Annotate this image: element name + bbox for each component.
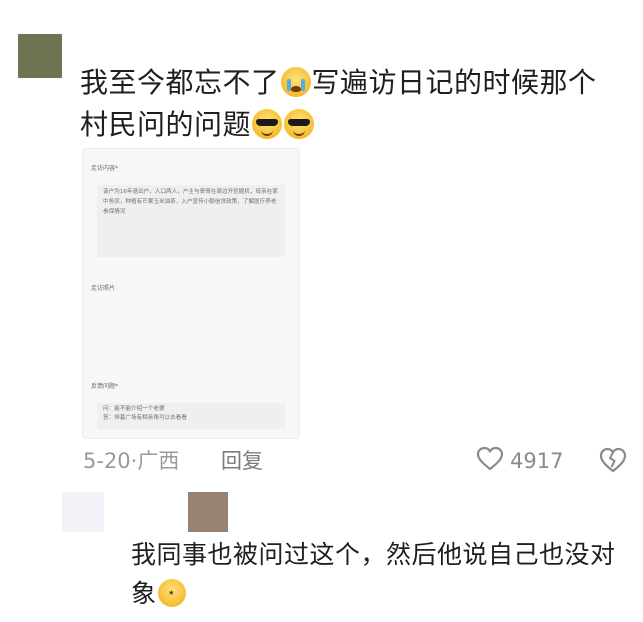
feedback-label: 反馈问题*	[91, 383, 119, 390]
visit-photo-label: 走访照片	[91, 285, 116, 292]
feedback-answer: 答：恒基广场有相亲角可以去看看	[103, 415, 187, 421]
broken-heart-outline-icon[interactable]	[598, 446, 628, 478]
reply-body: 我同事也被问过这个，然后他说自己也没对象 ⋆	[131, 535, 631, 613]
sunglasses-emoji-icon	[252, 109, 283, 139]
like-button[interactable]: 4917	[476, 446, 563, 476]
reply-avatar[interactable]	[188, 492, 228, 532]
blurred-reply-avatar	[62, 492, 104, 532]
comment-location: 广西	[137, 449, 180, 473]
comment-meta: 5-20·广西	[83, 447, 179, 475]
comment-text-part1: 我至今都忘不了	[80, 66, 280, 99]
feedback-box: 问：能不能介绍一个老婆 答：恒基广场有相亲角可以去看看	[97, 403, 285, 429]
attached-image-card[interactable]: 走访内容* 该户为16年退出户，人口两人，户主与哥哥在周边开挖掘机，母亲在家中务…	[82, 148, 300, 439]
visit-content-text: 该户为16年退出户，人口两人，户主与哥哥在周边开挖掘机，母亲在家中务农，种植有芒…	[97, 185, 285, 257]
reply-button[interactable]: 回复	[221, 447, 263, 475]
comment-body: 我至今都忘不了 写遍访日记的时候那个村民问的问题	[80, 62, 625, 146]
rolling-laughing-emoji-icon: ⋆	[157, 579, 186, 607]
heart-outline-icon	[476, 446, 504, 476]
commenter-avatar[interactable]	[18, 34, 62, 78]
loudly-crying-emoji-icon	[280, 67, 311, 97]
feedback-question: 问：能不能介绍一个老婆	[103, 406, 165, 412]
sunglasses-emoji-icon	[284, 109, 315, 139]
reply-text: 我同事也被问过这个，然后他说自己也没对象	[131, 540, 616, 608]
comment-date: 5-20	[83, 449, 131, 473]
visit-content-label: 走访内容*	[91, 165, 119, 172]
like-count: 4917	[510, 449, 564, 473]
